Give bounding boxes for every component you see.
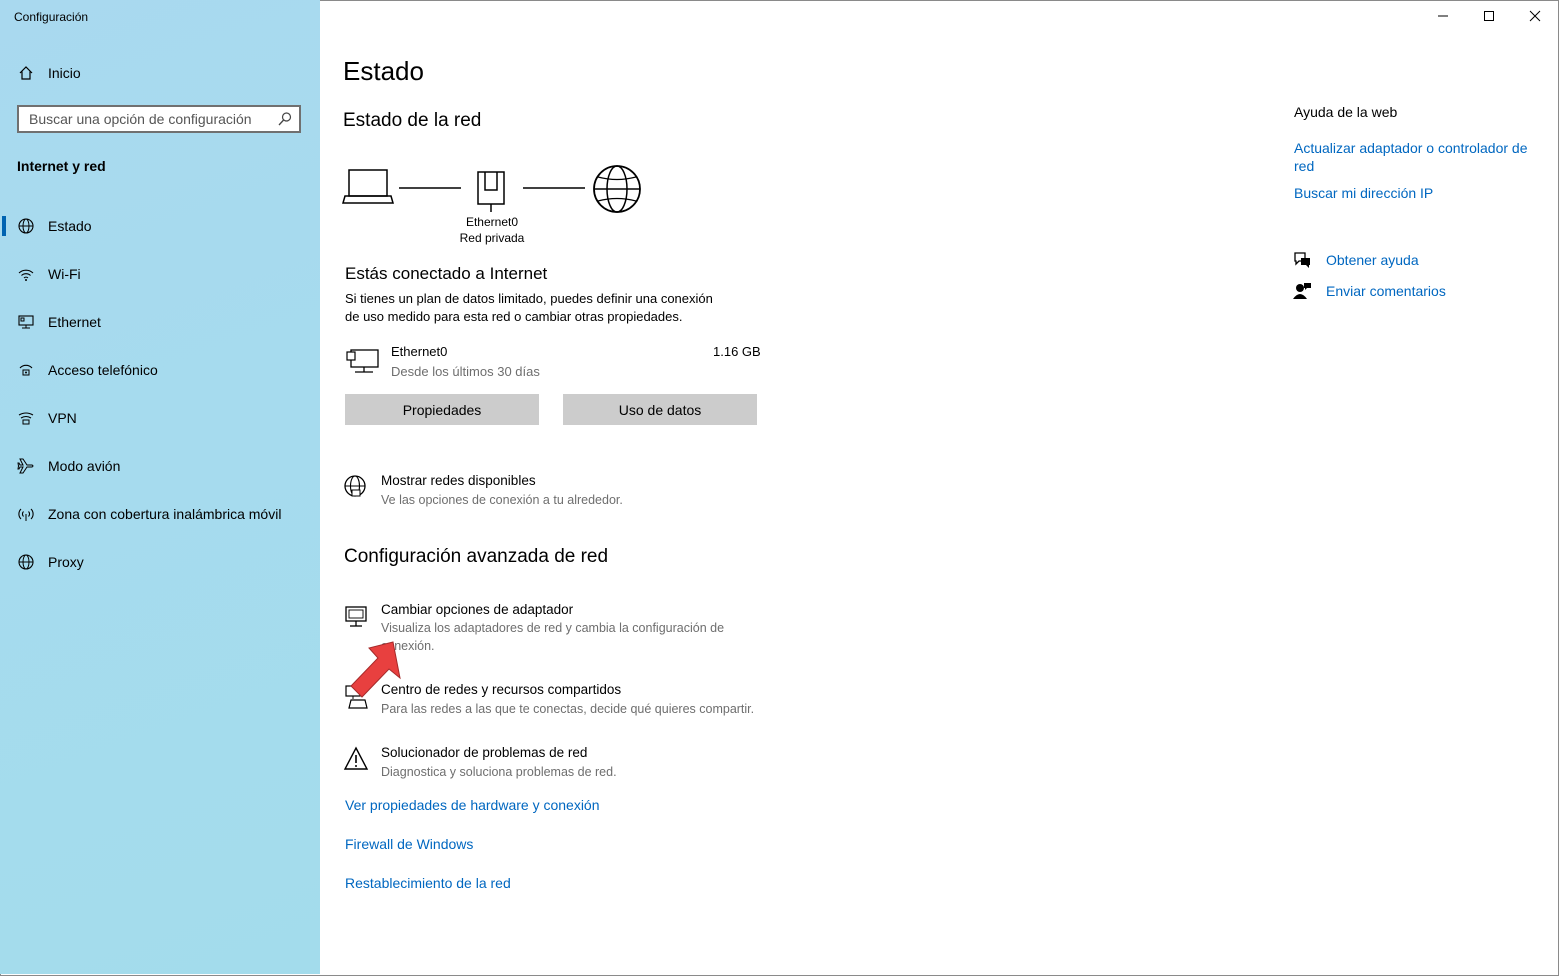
show-networks-desc: Ve las opciones de conexión a tu alreded…: [381, 493, 623, 507]
ethernet-usage-icon: [346, 349, 379, 373]
search-input[interactable]: [19, 107, 279, 131]
network-status-heading: Estado de la red: [343, 110, 482, 131]
hotspot-icon: [16, 504, 36, 524]
sidebar-item-vpn[interactable]: VPN: [0, 398, 320, 438]
network-sharing-center-title[interactable]: Centro de redes y recursos compartidos: [381, 682, 621, 697]
sidebar-item-wifi[interactable]: Wi-Fi: [0, 254, 320, 294]
search-icon[interactable]: [277, 111, 293, 127]
sidebar-item-label: Modo avión: [48, 458, 121, 474]
sidebar-item-proxy[interactable]: Proxy: [0, 542, 320, 582]
sidebar-item-label: VPN: [48, 410, 77, 426]
update-adapter-link-line2[interactable]: red: [1294, 158, 1314, 174]
sidebar-item-label: Ethernet: [48, 314, 101, 330]
get-help-link[interactable]: Obtener ayuda: [1326, 252, 1419, 268]
usage-period: Desde los últimos 30 días: [391, 364, 540, 379]
wifi-icon: [16, 264, 36, 284]
sidebar-item-zona-cobertura[interactable]: Zona con cobertura inalámbrica móvil: [0, 494, 320, 534]
globe-status-icon: [16, 216, 36, 236]
globe-icon: [16, 552, 36, 572]
section-heading: Internet y red: [17, 158, 106, 174]
network-reset-link[interactable]: Restablecimiento de la red: [345, 875, 511, 891]
network-globe-icon[interactable]: [343, 474, 369, 500]
diagram-adapter-name: Ethernet0: [465, 215, 519, 229]
warning-triangle-icon[interactable]: [343, 746, 369, 772]
troubleshooter-desc: Diagnostica y soluciona problemas de red…: [381, 765, 617, 779]
page-title: Estado: [343, 56, 424, 86]
diagram-network-type: Red privada: [459, 231, 525, 245]
get-help-icon[interactable]: [1293, 251, 1313, 269]
sidebar-item-label: Zona con cobertura inalámbrica móvil: [48, 506, 282, 522]
sidebar-item-estado[interactable]: Estado: [0, 206, 320, 246]
adapter-options-desc-line1: Visualiza los adaptadores de red y cambi…: [381, 621, 725, 635]
sidebar-item-label: Wi-Fi: [48, 266, 81, 282]
ethernet-adapter-icon: [477, 171, 505, 212]
close-button[interactable]: [1512, 0, 1558, 32]
adapter-options-title[interactable]: Cambiar opciones de adaptador: [381, 602, 573, 617]
laptop-icon: [342, 169, 394, 204]
find-ip-link[interactable]: Buscar mi dirección IP: [1294, 185, 1433, 201]
maximize-button[interactable]: [1466, 0, 1512, 32]
troubleshooter-title[interactable]: Solucionador de problemas de red: [381, 745, 587, 760]
usage-amount: 1.16 GB: [713, 344, 761, 359]
sidebar: Configuración Inicio Internet y red Esta…: [0, 0, 320, 974]
show-networks-title[interactable]: Mostrar redes disponibles: [381, 473, 536, 488]
close-icon: [1529, 10, 1541, 22]
sidebar-item-ethernet[interactable]: Ethernet: [0, 302, 320, 342]
vpn-icon: [16, 408, 36, 428]
feedback-icon[interactable]: [1293, 282, 1313, 300]
sidebar-item-modo-avion[interactable]: Modo avión: [0, 446, 320, 486]
usage-adapter-name: Ethernet0: [391, 344, 448, 359]
ethernet-icon: [16, 312, 36, 332]
help-heading: Ayuda de la web: [1294, 104, 1398, 120]
update-adapter-link-line1[interactable]: Actualizar adaptador o controlador de: [1294, 140, 1527, 156]
sidebar-item-label: Proxy: [48, 554, 84, 570]
send-feedback-link[interactable]: Enviar comentarios: [1326, 283, 1446, 299]
advanced-heading: Configuración avanzada de red: [344, 546, 609, 567]
windows-firewall-link[interactable]: Firewall de Windows: [345, 836, 473, 852]
home-label: Inicio: [48, 65, 81, 81]
connected-desc-line1: Si tienes un plan de datos limitado, pue…: [345, 291, 713, 306]
app-title: Configuración: [14, 10, 89, 24]
sidebar-item-acceso-telefonico[interactable]: Acceso telefónico: [0, 350, 320, 390]
properties-button[interactable]: Propiedades: [345, 394, 539, 425]
network-diagram: [342, 165, 641, 213]
sidebar-item-label: Acceso telefónico: [48, 362, 158, 378]
network-sharing-center-desc: Para las redes a las que te conectas, de…: [381, 702, 755, 716]
airplane-icon: [16, 456, 36, 476]
search-box[interactable]: [17, 105, 301, 133]
data-usage-button[interactable]: Uso de datos: [563, 394, 757, 425]
home-icon: [16, 63, 36, 83]
connected-heading: Estás conectado a Internet: [345, 264, 548, 283]
annotation-arrow: [350, 641, 401, 698]
maximize-icon: [1484, 11, 1494, 21]
internet-globe-icon: [593, 165, 641, 213]
minimize-icon: [1438, 15, 1448, 17]
adapter-options-icon[interactable]: [343, 604, 369, 630]
connected-desc-line2: de uso medido para esta red o cambiar ot…: [345, 309, 683, 324]
hardware-properties-link[interactable]: Ver propiedades de hardware y conexión: [345, 797, 600, 813]
dialup-icon: [16, 360, 36, 380]
home-link[interactable]: Inicio: [16, 63, 81, 83]
sidebar-item-label: Estado: [48, 218, 92, 234]
minimize-button[interactable]: [1420, 0, 1466, 32]
